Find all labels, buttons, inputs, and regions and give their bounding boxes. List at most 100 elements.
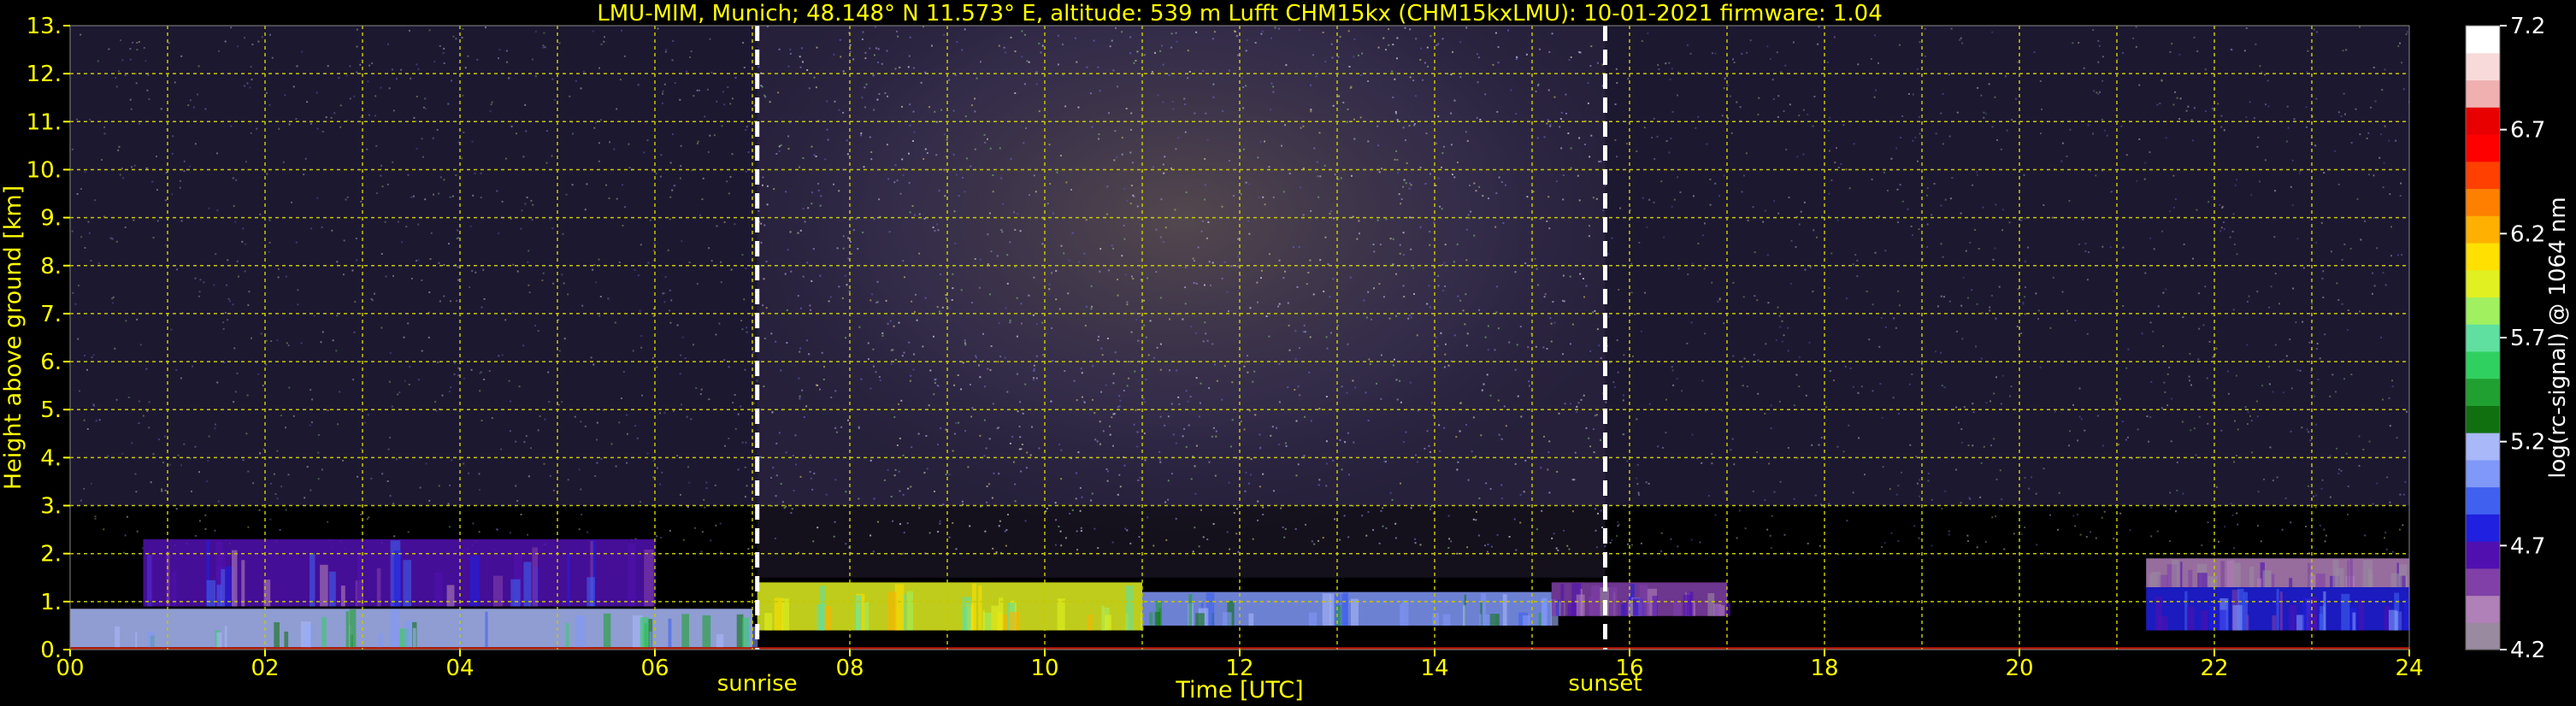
noise-speck: [1513, 518, 1516, 521]
noise-speck: [1585, 427, 1588, 429]
noise-speck: [1691, 433, 1694, 436]
noise-speck: [1718, 298, 1721, 301]
noise-speck: [1111, 39, 1113, 42]
noise-speck: [389, 495, 392, 497]
noise-speck: [2219, 230, 2222, 232]
noise-speck: [1479, 119, 1482, 121]
noise-speck: [1882, 466, 1884, 468]
noise-speck: [148, 98, 150, 101]
noise-speck: [1641, 40, 1643, 43]
noise-speck: [520, 227, 522, 230]
noise-speck: [2367, 174, 2370, 176]
noise-speck: [928, 106, 930, 109]
noise-speck: [2247, 423, 2249, 425]
noise-speck: [1948, 135, 1951, 138]
noise-speck: [317, 434, 320, 436]
noise-speck: [669, 218, 671, 221]
noise-speck: [2078, 387, 2081, 390]
noise-speck: [1942, 143, 1944, 145]
noise-speck: [1050, 400, 1052, 403]
noise-speck: [2135, 26, 2137, 28]
noise-speck: [2208, 340, 2211, 343]
noise-speck: [1310, 109, 1312, 111]
noise-speck: [781, 501, 784, 503]
noise-speck: [1742, 296, 1745, 298]
noise-speck: [1825, 406, 1828, 409]
noise-speck: [286, 342, 288, 344]
noise-speck: [1010, 36, 1012, 38]
noise-speck: [273, 473, 275, 475]
noise-speck: [1143, 324, 1146, 327]
noise-speck: [1011, 436, 1014, 438]
noise-speck: [1718, 195, 1720, 197]
noise-speck: [1819, 544, 1821, 547]
colorbar-tick-label: 4.7: [2510, 533, 2545, 559]
noise-speck: [1204, 321, 1206, 324]
noise-speck: [902, 260, 905, 262]
noise-speck: [261, 36, 263, 38]
noise-speck: [130, 108, 133, 110]
noise-speck: [244, 270, 246, 273]
y-tick-label: 12.: [27, 62, 62, 87]
noise-speck: [1815, 236, 1818, 238]
noise-speck: [723, 359, 726, 362]
noise-speck: [907, 487, 910, 490]
noise-speck: [1060, 244, 1063, 247]
noise-speck: [389, 437, 392, 439]
noise-speck: [1170, 403, 1173, 405]
noise-speck: [867, 342, 869, 344]
noise-speck: [1653, 117, 1655, 120]
noise-speck: [763, 278, 765, 280]
noise-speck: [2176, 97, 2178, 99]
noise-speck: [1108, 269, 1110, 272]
noise-speck: [803, 416, 805, 418]
noise-speck: [1000, 177, 1003, 179]
noise-speck: [1313, 543, 1316, 545]
noise-speck: [1270, 109, 1271, 111]
noise-speck: [1244, 490, 1247, 492]
noise-speck: [1162, 163, 1164, 166]
noise-speck: [1175, 517, 1177, 520]
noise-speck: [1614, 138, 1617, 141]
noise-speck: [958, 195, 960, 197]
noise-speck: [1836, 147, 1837, 150]
noise-speck: [1976, 546, 1978, 549]
noise-speck: [1756, 451, 1759, 453]
noise-speck: [2405, 410, 2408, 413]
noise-speck: [2163, 381, 2166, 384]
noise-speck: [1195, 444, 1198, 447]
noise-speck: [183, 160, 186, 162]
noise-speck: [1611, 237, 1613, 239]
noise-speck: [1630, 262, 1633, 265]
noise-speck: [942, 503, 945, 506]
noise-speck: [657, 27, 659, 30]
noise-speck: [940, 274, 941, 275]
noise-speck: [2341, 259, 2343, 261]
noise-speck: [2311, 303, 2314, 305]
noise-speck: [562, 232, 564, 235]
noise-speck: [1118, 395, 1121, 397]
noise-speck: [1789, 103, 1791, 106]
noise-speck: [1595, 529, 1597, 532]
noise-speck: [887, 178, 890, 180]
noise-speck: [1322, 32, 1324, 33]
noise-speck: [1547, 119, 1549, 121]
noise-speck: [1187, 77, 1189, 79]
noise-speck: [457, 374, 459, 377]
noise-speck: [2337, 299, 2340, 301]
noise-speck: [731, 153, 734, 156]
noise-speck: [1486, 374, 1488, 376]
colorbar-segment: [2466, 568, 2500, 597]
noise-speck: [787, 249, 789, 251]
noise-speck: [1881, 416, 1883, 419]
noise-speck: [1175, 148, 1177, 150]
noise-speck: [1840, 162, 1842, 165]
noise-speck: [549, 474, 551, 477]
noise-speck: [1471, 450, 1473, 453]
noise-speck: [1070, 189, 1072, 191]
noise-speck: [2231, 515, 2234, 516]
noise-speck: [1488, 197, 1489, 200]
noise-speck: [313, 315, 315, 317]
noise-speck: [375, 144, 378, 147]
noise-speck: [277, 276, 280, 279]
